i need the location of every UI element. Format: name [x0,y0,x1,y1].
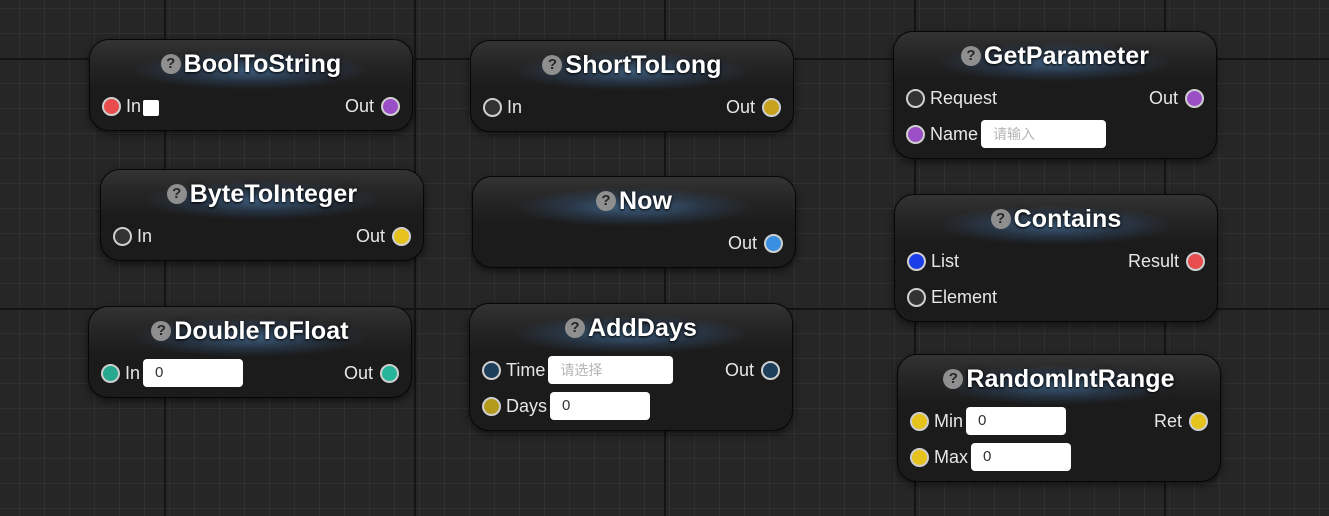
node-header[interactable]: ? AddDays [470,304,792,352]
node-title: ShortToLong [565,50,722,79]
node-now[interactable]: ? Now Out [472,176,796,268]
pin-label-out: Out [727,232,757,253]
pin-label-list: List [931,250,960,271]
input-pin[interactable] [101,363,120,383]
pin-label-time: Time [506,359,546,380]
help-icon[interactable]: ? [166,184,187,204]
pin-label-out: Out [1148,87,1178,108]
name-pin[interactable] [906,124,925,144]
node-title: AddDays [587,313,698,342]
node-header[interactable]: ? ShortToLong [471,41,793,89]
help-icon[interactable]: ? [990,209,1011,229]
pin-label-days: Days [506,395,548,416]
min-input[interactable]: 0 [966,407,1067,435]
node-get-parameter[interactable]: ? GetParameter Request Out Name 请输入 [893,31,1217,159]
node-header[interactable]: ? Now [473,177,795,225]
pin-label-in: In [125,362,141,383]
node-title: GetParameter [983,41,1150,70]
input-pin[interactable] [102,96,121,116]
node-header[interactable]: ? BoolToString [90,40,412,88]
node-header[interactable]: ? RandomIntRange [898,355,1220,403]
help-icon[interactable]: ? [595,191,616,211]
pin-label-in: In [126,95,142,116]
name-input[interactable]: 请输入 [981,120,1107,148]
output-pin[interactable] [762,97,781,117]
input-pin[interactable] [113,226,132,246]
help-icon[interactable]: ? [564,318,585,338]
node-header[interactable]: ? ByteToInteger [101,170,423,218]
help-icon[interactable]: ? [151,321,172,341]
node-title: Contains [1013,204,1122,233]
node-header[interactable]: ? DoubleToFloat [89,307,411,355]
pin-label-element: Element [931,286,998,307]
pin-label-result: Result [1127,250,1179,271]
node-double-to-float[interactable]: ? DoubleToFloat In 0 Out [88,306,412,398]
pin-label-max: Max [934,446,969,467]
node-title: DoubleToFloat [174,316,349,345]
node-random-int-range[interactable]: ? RandomIntRange Min 0 Ret Max 0 [897,354,1221,482]
output-pin[interactable] [1185,88,1204,108]
pin-label-out: Out [724,359,754,380]
node-header[interactable]: ? Contains [895,195,1217,243]
node-header[interactable]: ? GetParameter [894,32,1216,80]
time-pin[interactable] [482,360,501,380]
pin-label-out: Out [355,225,385,246]
output-pin[interactable] [764,233,783,253]
node-add-days[interactable]: ? AddDays Time 请选择 Out Days 0 [469,303,793,431]
output-pin[interactable] [381,96,400,116]
node-bool-to-string[interactable]: ? BoolToString In Out [89,39,413,131]
output-pin[interactable] [392,226,411,246]
output-pin[interactable] [380,363,399,383]
node-contains[interactable]: ? Contains List Result Element [894,194,1218,322]
pin-label-out: Out [344,95,374,116]
pin-label-name: Name [930,123,979,144]
node-byte-to-integer[interactable]: ? ByteToInteger In Out [100,169,424,261]
help-icon[interactable]: ? [943,369,964,389]
days-input[interactable]: 0 [550,392,651,420]
ret-pin[interactable] [1189,411,1208,431]
list-pin[interactable] [907,251,926,271]
node-title: ByteToInteger [189,179,358,208]
node-short-to-long[interactable]: ? ShortToLong In Out [470,40,794,132]
node-title: Now [618,186,673,215]
input-pin[interactable] [483,97,502,117]
help-icon[interactable]: ? [160,54,181,74]
result-pin[interactable] [1186,251,1205,271]
pin-label-request: Request [930,87,998,108]
help-icon[interactable]: ? [960,46,981,66]
help-icon[interactable]: ? [542,55,563,75]
min-pin[interactable] [910,411,929,431]
pin-label-out: Out [343,362,373,383]
max-input[interactable]: 0 [971,443,1072,471]
output-pin[interactable] [761,360,780,380]
request-pin[interactable] [906,88,925,108]
max-pin[interactable] [910,447,929,467]
node-title: BoolToString [183,49,342,78]
pin-label-out: Out [725,96,755,117]
node-title: RandomIntRange [966,364,1175,393]
element-pin[interactable] [907,287,926,307]
pin-label-ret: Ret [1153,410,1182,431]
in-checkbox[interactable] [143,100,160,116]
pin-label-min: Min [934,410,964,431]
time-picker-input[interactable]: 请选择 [548,356,674,384]
days-pin[interactable] [482,396,501,416]
in-value-input[interactable]: 0 [143,359,244,387]
pin-label-in: In [507,96,523,117]
pin-label-in: In [137,225,153,246]
